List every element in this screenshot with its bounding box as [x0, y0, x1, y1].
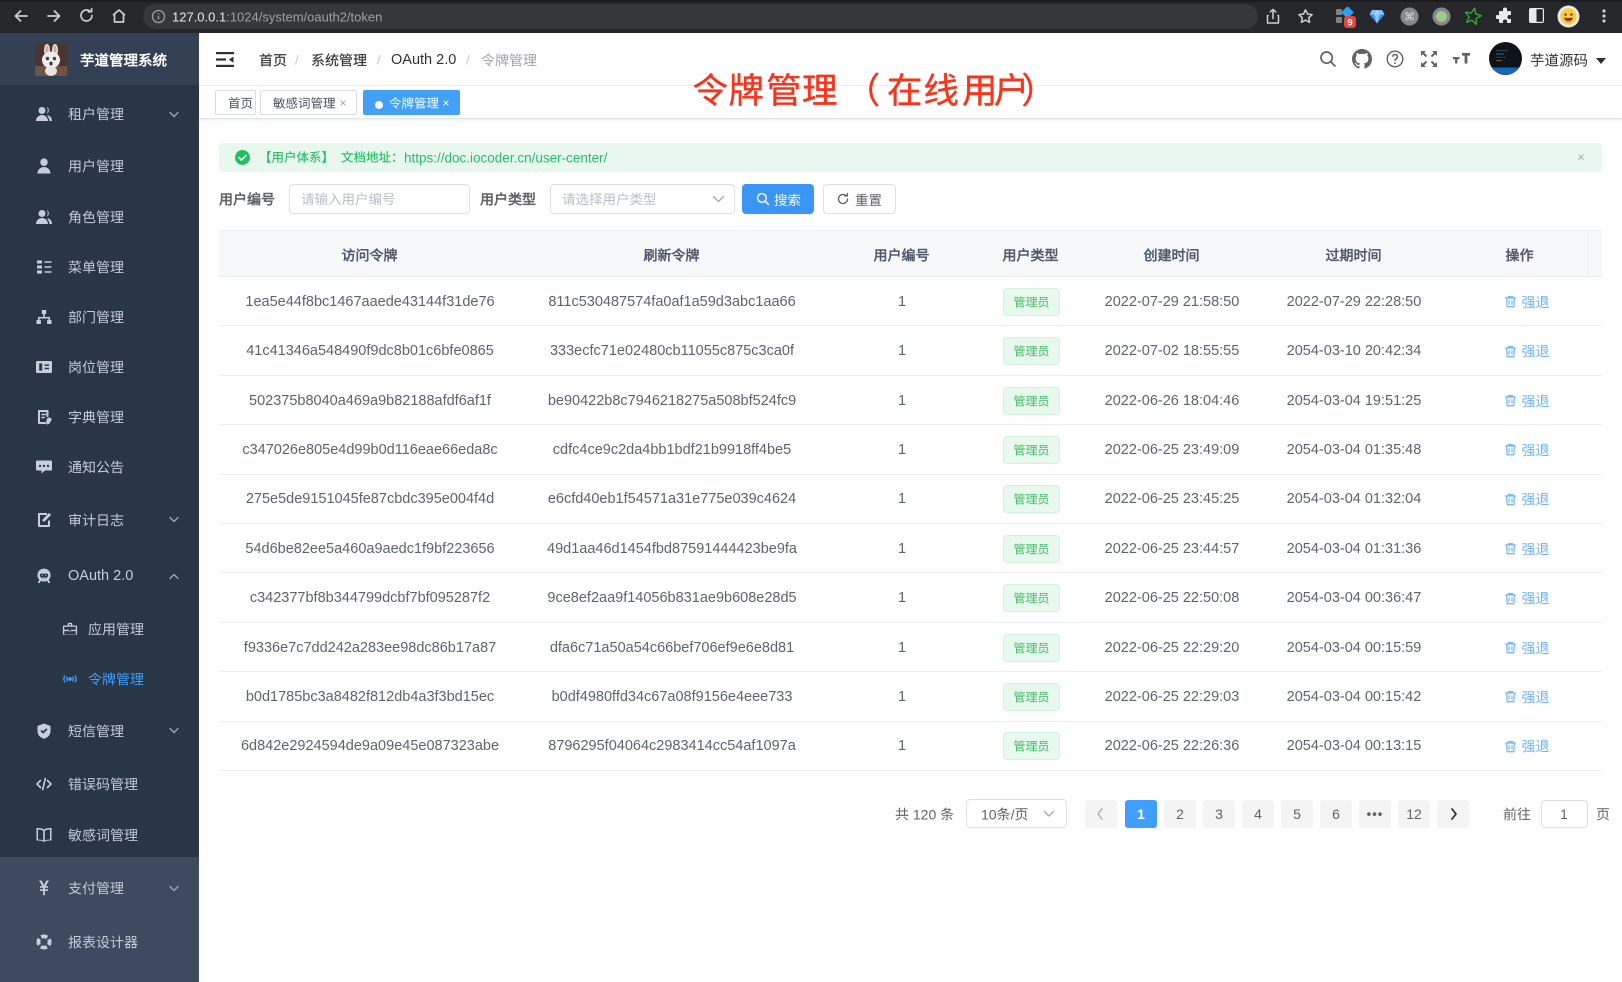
svg-text:120: 120 — [909, 806, 940, 822]
svg-text:/: / — [1011, 806, 1015, 822]
svg-text:9: 9 — [1347, 18, 1352, 29]
svg-text:⌘: ⌘ — [1404, 12, 1415, 24]
svg-text:10: 10 — [981, 806, 997, 822]
